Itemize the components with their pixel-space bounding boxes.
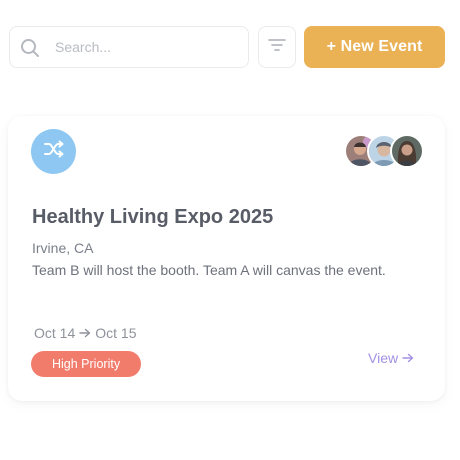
view-label: View <box>368 350 399 366</box>
new-event-label: + New Event <box>326 38 423 55</box>
event-dates: Oct 14 Oct 15 <box>34 325 137 341</box>
shuffle-icon <box>43 140 65 163</box>
arrow-right-icon <box>79 325 91 341</box>
event-card[interactable]: Healthy Living Expo 2025 Irvine, CA Team… <box>8 116 445 401</box>
priority-label: High Priority <box>52 357 121 371</box>
date-start: Oct 14 <box>34 325 76 341</box>
priority-badge: High Priority <box>31 351 142 377</box>
new-event-button[interactable]: + New Event <box>304 26 445 68</box>
search-input[interactable] <box>55 27 240 67</box>
event-title: Healthy Living Expo 2025 <box>32 206 274 228</box>
arrow-right-icon <box>402 350 414 366</box>
event-location: Irvine, CA <box>32 240 94 256</box>
view-link[interactable]: View <box>368 350 414 366</box>
date-end: Oct 15 <box>95 325 137 341</box>
search-box[interactable] <box>9 26 249 68</box>
filter-button[interactable] <box>258 26 296 68</box>
attendee-avatars <box>344 134 424 168</box>
filter-icon <box>268 38 286 57</box>
event-description: Team B will host the booth. Team A will … <box>32 262 386 278</box>
avatar[interactable] <box>390 134 424 168</box>
event-type-badge <box>31 129 76 174</box>
search-icon <box>20 38 40 58</box>
